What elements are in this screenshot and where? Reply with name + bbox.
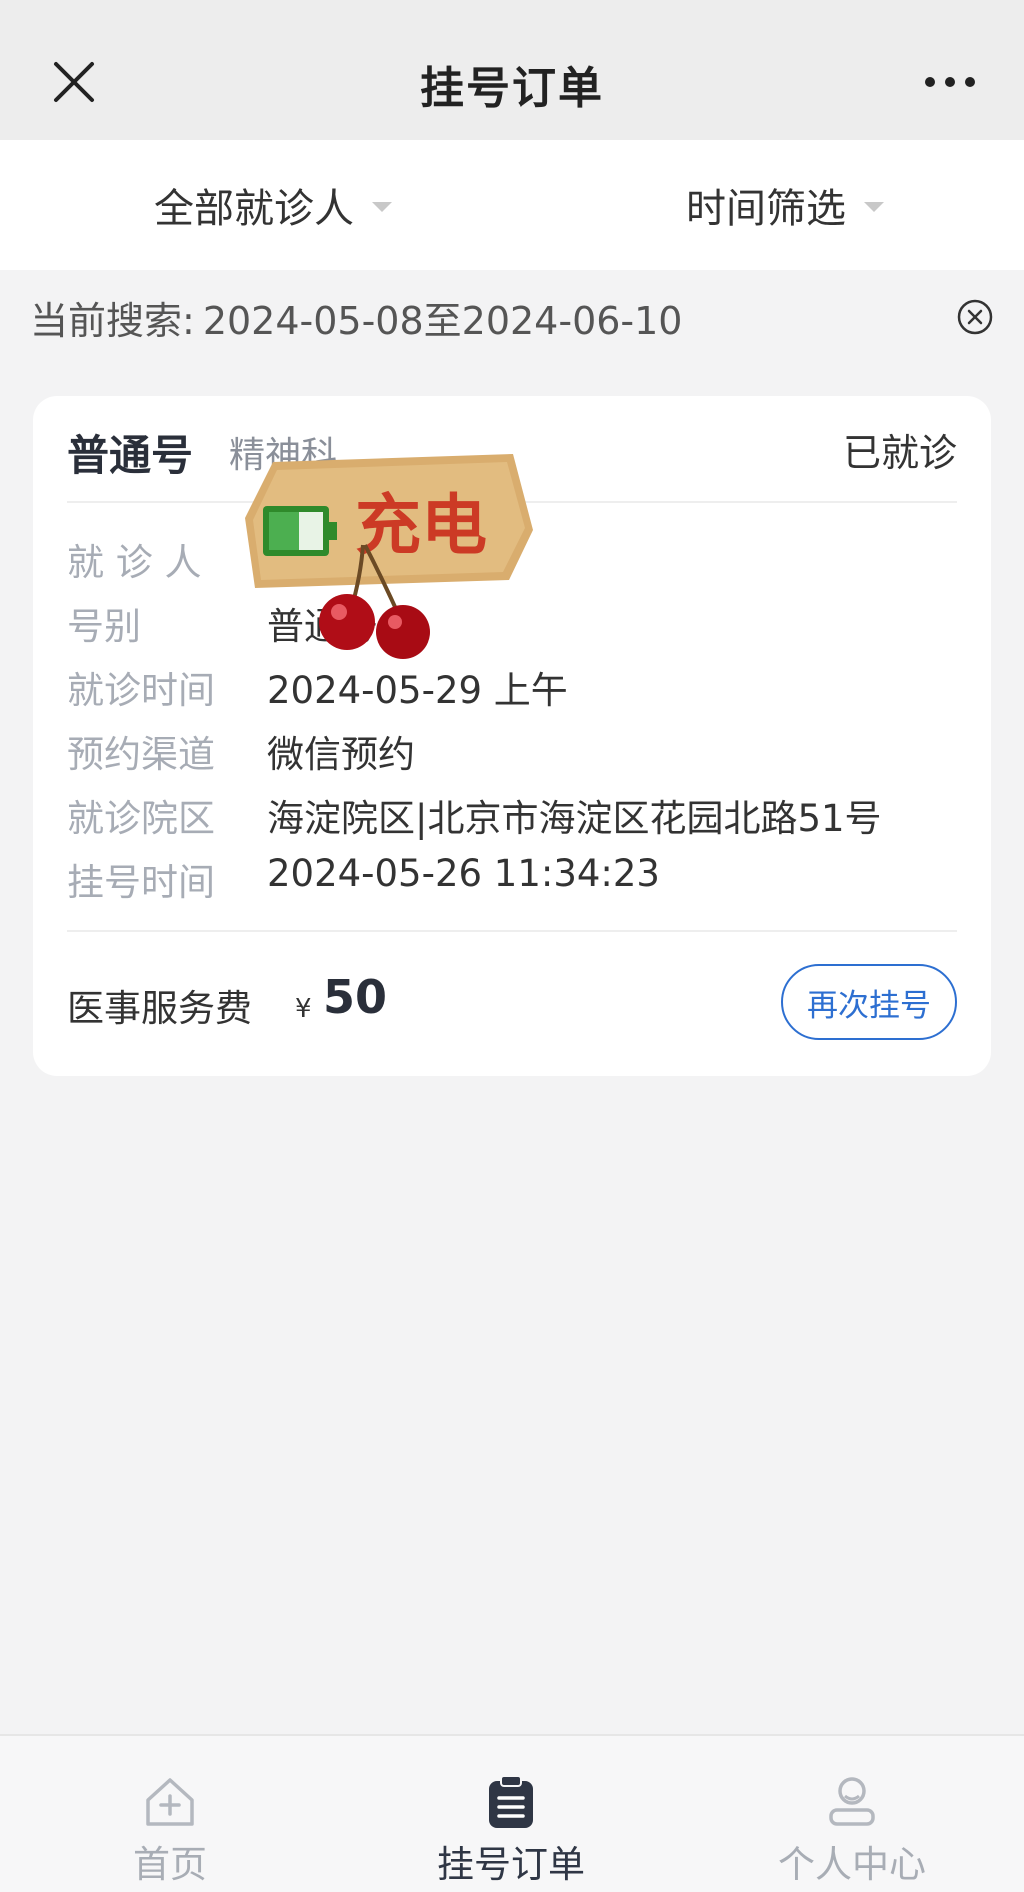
nav-item-orders[interactable]: 挂号订单 (411, 1774, 611, 1892)
top-bar: 挂号订单 (0, 0, 1024, 140)
info-row-campus: 就诊院区 海淀院区|北京市海淀区花园北路51号 (67, 788, 957, 840)
caret-down-icon (372, 202, 392, 212)
nav-item-home[interactable]: 首页 (70, 1774, 270, 1892)
user-icon (829, 1777, 875, 1826)
info-row-channel: 预约渠道 微信预约 (67, 724, 957, 776)
sticker-text: 充电 (355, 487, 487, 564)
patient-filter-dropdown[interactable]: 全部就诊人 (154, 178, 392, 232)
info-key: 就 诊 人 (67, 541, 202, 584)
info-value: 微信预约 (267, 733, 415, 776)
patient-filter-label: 全部就诊人 (154, 186, 354, 232)
info-key: 就诊时间 (67, 669, 215, 712)
time-filter-dropdown[interactable]: 时间筛选 (686, 178, 884, 232)
divider (67, 930, 957, 932)
page-title: 挂号订单 (420, 63, 604, 114)
fee-label: 医事服务费 (67, 987, 252, 1030)
nav-item-profile[interactable]: 个人中心 (752, 1774, 952, 1892)
fee-amount: 50 (323, 970, 388, 1024)
nav-label-home: 首页 (133, 1843, 207, 1886)
current-search: 当前搜索: 2024-05-08至2024-06-10 (30, 290, 994, 344)
info-key: 挂号时间 (67, 861, 215, 904)
status-badge: 已就诊 (842, 431, 957, 475)
search-range: 2024-05-08至2024-06-10 (202, 298, 683, 343)
info-key: 就诊院区 (67, 797, 215, 840)
more-icon[interactable] (922, 70, 978, 94)
clipboard-icon (489, 1775, 533, 1828)
clear-search-icon[interactable] (956, 298, 994, 336)
registration-type: 普通号 (67, 431, 194, 480)
search-label: 当前搜索: (30, 298, 195, 343)
info-value: 海淀院区|北京市海淀区花园北路51号 (267, 797, 882, 840)
caret-down-icon (864, 202, 884, 212)
nav-label-profile: 个人中心 (778, 1843, 926, 1886)
home-plus-icon (146, 1778, 194, 1826)
fee-currency: ¥ (295, 994, 312, 1024)
rebook-button[interactable]: 再次挂号 (781, 964, 957, 1040)
charging-cherry-sticker: 充电 (245, 454, 533, 659)
filter-bar: 全部就诊人 时间筛选 (0, 140, 1024, 270)
info-row-reg-time: 挂号时间 2024-05-26 11:34:23 (67, 852, 957, 904)
info-value: 2024-05-26 11:34:23 (267, 852, 660, 895)
info-key: 号别 (67, 605, 141, 648)
time-filter-label: 时间筛选 (686, 186, 846, 232)
info-key: 预约渠道 (67, 733, 215, 776)
bottom-nav: 首页 挂号订单 个人中心 (0, 1734, 1024, 1892)
info-value: 2024-05-29 上午 (267, 669, 568, 712)
nav-label-orders: 挂号订单 (437, 1843, 585, 1886)
info-row-visit-time: 就诊时间 2024-05-29 上午 (67, 660, 957, 712)
